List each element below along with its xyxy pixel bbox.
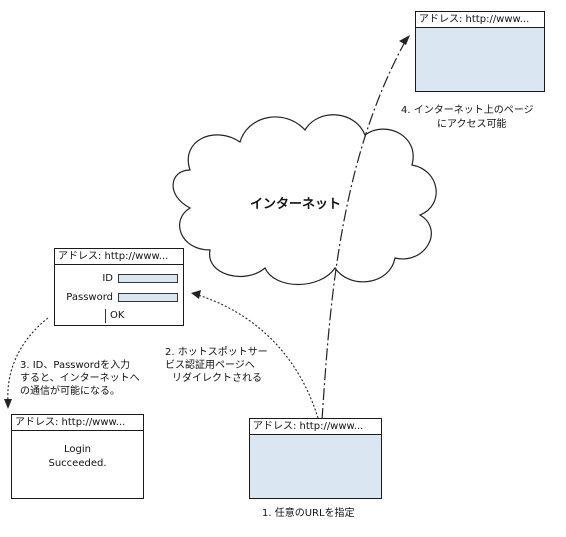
caption-step1: 1. 任意のURLを指定	[262, 508, 355, 519]
arrow-step3-head	[4, 399, 12, 409]
id-field[interactable]	[118, 274, 178, 283]
page-area	[416, 28, 544, 91]
success-line2: Succeeded.	[48, 458, 107, 469]
caption-step4-line2: にアクセス可能	[437, 119, 507, 130]
caption-step4-line1: 4. インターネット上のページ	[401, 105, 534, 116]
password-label: Password	[66, 292, 113, 303]
caption-step3-line2: すると、インターネットへ	[20, 373, 140, 384]
network-diagram: インターネット アドレス: http://www... アドレス: http:/…	[0, 0, 566, 537]
arrow-step2-head	[191, 290, 201, 299]
caption-step2-line1: 2. ホットスポットサー	[165, 347, 268, 358]
caption-step3-line3: の通信が可能になる。	[20, 386, 120, 397]
cloud-label: インターネット	[250, 197, 342, 212]
address-bar: アドレス: http://www...	[55, 249, 183, 265]
login-form: ID Password OK	[55, 265, 183, 325]
browser-window-login: アドレス: http://www... ID Password OK	[54, 248, 184, 326]
caption-step2-line3: リダイレクトされる	[172, 373, 262, 384]
success-line1: Login	[64, 444, 91, 455]
address-bar: アドレス: http://www...	[416, 12, 544, 28]
browser-window-internet: アドレス: http://www...	[415, 11, 545, 92]
id-label: ID	[102, 273, 113, 284]
password-field[interactable]	[118, 293, 178, 302]
arrow-step4-head	[399, 35, 410, 45]
address-bar: アドレス: http://www...	[250, 419, 381, 435]
page-area: Login Succeeded.	[12, 431, 143, 498]
ok-button[interactable]: OK	[105, 309, 124, 323]
browser-window-success: アドレス: http://www... Login Succeeded.	[11, 414, 144, 499]
caption-step3-line1: 3. ID、Passwordを入力	[20, 360, 131, 371]
page-area	[250, 435, 381, 498]
address-bar: アドレス: http://www...	[12, 415, 143, 431]
browser-window-user: アドレス: http://www...	[249, 418, 382, 499]
caption-step2-line2: ビス認証用ページへ	[165, 360, 255, 371]
